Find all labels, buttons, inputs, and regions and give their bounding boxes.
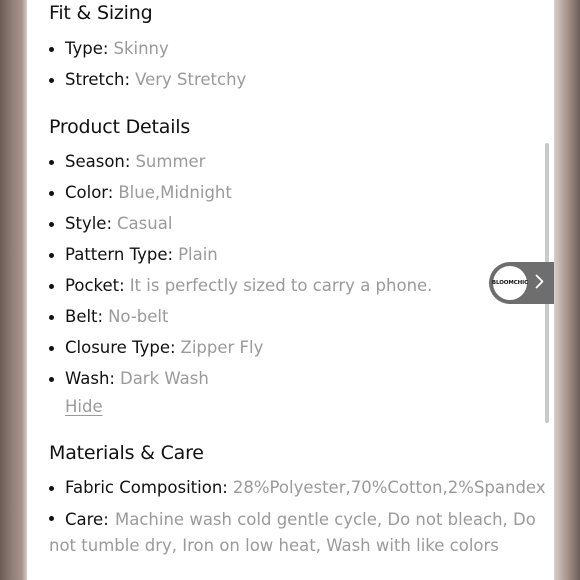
list-item: Season: Summer [49, 150, 205, 174]
attr-label: Belt: [65, 307, 104, 326]
bullet-icon [49, 376, 54, 382]
attr-label: Color: [65, 183, 114, 202]
attr-value: Machine wash cold gentle cycle, Do not b… [49, 510, 536, 555]
list-item: Style: Casual [49, 212, 172, 236]
attr-value: Plain [178, 245, 218, 264]
attr-label: Care: [65, 510, 109, 529]
attr-value: 28%Polyester,70%Cotton,2%Spandex [232, 478, 546, 497]
attr-value: Skinny [113, 39, 169, 58]
attr-value: Blue,Midnight [118, 183, 232, 202]
bullet-icon [49, 314, 54, 320]
list-item: Closure Type: Zipper Fly [49, 336, 263, 360]
attr-label: Pattern Type: [65, 245, 174, 264]
attr-value: Dark Wash [119, 369, 209, 388]
list-item: Pattern Type: Plain [49, 243, 218, 267]
attr-label: Closure Type: [65, 338, 176, 357]
product-details-heading: Product Details [49, 116, 191, 138]
bullet-icon [49, 252, 54, 258]
chevron-right-icon [535, 274, 544, 293]
list-item: Type: Skinny [49, 37, 169, 61]
attr-label: Stretch: [65, 70, 131, 89]
bullet-icon [49, 345, 54, 351]
product-info-panel: Fit & Sizing Type: Skinny Stretch: Very … [27, 0, 554, 580]
bullet-icon [49, 77, 54, 83]
attr-value: Summer [135, 152, 206, 171]
list-item: Care: Machine wash cold gentle cycle, Do… [49, 507, 549, 559]
bullet-icon [49, 159, 54, 165]
bullet-icon [49, 283, 54, 289]
attr-label: Type: [65, 39, 109, 58]
bullet-icon [49, 485, 54, 491]
materials-care-heading: Materials & Care [49, 442, 204, 464]
list-item: Pocket: It is perfectly sized to carry a… [49, 274, 432, 298]
fit-sizing-heading: Fit & Sizing [49, 2, 153, 24]
attr-label: Fabric Composition: [65, 478, 228, 497]
attr-value: Zipper Fly [180, 338, 264, 357]
attr-value: It is perfectly sized to carry a phone. [129, 276, 433, 295]
bullet-icon [49, 221, 54, 227]
attr-label: Season: [65, 152, 131, 171]
bullet-icon [49, 46, 54, 52]
attr-label: Wash: [65, 369, 115, 388]
attr-value: Very Stretchy [135, 70, 247, 89]
bullet-icon [49, 190, 54, 196]
attr-label: Style: [65, 214, 113, 233]
list-item: Stretch: Very Stretchy [49, 68, 246, 92]
brand-floating-tab[interactable]: BLOOMCHIC [489, 262, 554, 304]
attr-label: Pocket: [65, 276, 125, 295]
list-item: Color: Blue,Midnight [49, 181, 232, 205]
brand-logo: BLOOMCHIC [492, 266, 528, 300]
hide-link[interactable]: Hide [65, 397, 103, 416]
list-item: Belt: No-belt [49, 305, 168, 329]
bullet-icon [49, 516, 54, 521]
list-item: Fabric Composition: 28%Polyester,70%Cott… [49, 476, 546, 500]
list-item: Wash: Dark Wash [49, 367, 209, 391]
attr-value: No-belt [108, 307, 169, 326]
attr-value: Casual [117, 214, 173, 233]
